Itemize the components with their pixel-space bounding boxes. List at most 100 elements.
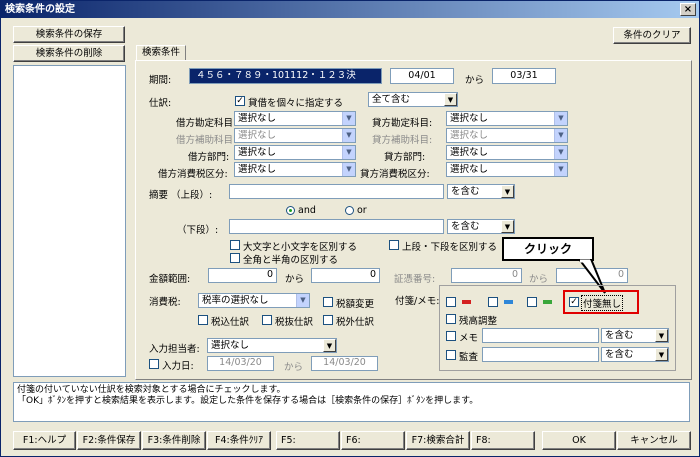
chevron-down-icon[interactable]: ▼	[342, 112, 355, 125]
saved-conditions-list[interactable]	[13, 65, 126, 377]
credit-account-value: 選択なし	[450, 113, 489, 124]
close-icon[interactable]: ×	[680, 3, 696, 16]
f4-clear-button[interactable]: F4:条件ｸﾘｱ	[207, 431, 271, 450]
f1-help-button[interactable]: F1:ヘルプ	[13, 431, 76, 450]
chevron-down-icon[interactable]: ▼	[554, 163, 567, 176]
tax-exempt-label: 税外仕訳	[336, 317, 375, 328]
tax-exempt-checkbox[interactable]	[323, 315, 333, 325]
credit-account-select[interactable]: 選択なし ▼	[446, 111, 568, 126]
memo-mode-select[interactable]: を含む ▼	[601, 328, 669, 343]
chevron-down-icon[interactable]: ▼	[342, 163, 355, 176]
audit-input[interactable]	[482, 347, 599, 362]
input-date-checkbox[interactable]	[149, 359, 159, 369]
individual-debit-credit-label: 貸借を個々に指定する	[248, 98, 344, 109]
credit-tax-class-select[interactable]: 選択なし ▼	[446, 162, 568, 177]
period-month-selector[interactable]: ４５６・７８９・101112・１２３決	[189, 68, 382, 84]
case-sensitive-checkbox[interactable]	[230, 240, 240, 250]
chevron-down-icon: ▼	[342, 129, 355, 142]
chevron-down-icon[interactable]: ▼	[342, 146, 355, 159]
tag-green-checkbox[interactable]	[527, 297, 537, 307]
f2-save-button[interactable]: F2:条件保存	[77, 431, 141, 450]
delete-conditions-button[interactable]: 検索条件の削除	[13, 45, 125, 62]
person-label: 入力担当者:	[149, 344, 200, 355]
memo-mode-value: を含む	[605, 330, 634, 341]
period-to-input[interactable]: 03/31	[492, 68, 556, 84]
chevron-down-icon[interactable]: ▼	[554, 146, 567, 159]
chevron-down-icon[interactable]: ▼	[501, 185, 514, 198]
save-conditions-button[interactable]: 検索条件の保存	[13, 26, 125, 43]
debit-tax-class-select[interactable]: 選択なし ▼	[234, 162, 356, 177]
tax-excluded-label: 税抜仕訳	[275, 317, 314, 328]
tag-memo-label: 付箋/メモ:	[395, 296, 440, 307]
or-radio[interactable]	[345, 206, 354, 215]
no-tag-checkbox[interactable]: ✓	[569, 297, 579, 307]
memo-input[interactable]	[482, 328, 599, 343]
width-sensitive-checkbox[interactable]	[230, 253, 240, 263]
memo-upper-mode-select[interactable]: を含む ▼	[447, 184, 515, 199]
credit-tax-class-label: 貸方消費税区分:	[360, 169, 430, 180]
tab-search-conditions[interactable]: 検索条件	[136, 45, 186, 60]
person-value: 選択なし	[211, 340, 250, 351]
memo-lower-mode-select[interactable]: を含む ▼	[447, 219, 515, 234]
chevron-down-icon[interactable]: ▼	[323, 339, 336, 352]
tax-amount-changed-label: 税額変更	[336, 299, 375, 310]
search-conditions-dialog: 検索条件の設定 × 検索条件の保存 検索条件の削除 条件のクリア 検索条件 期間…	[0, 0, 700, 457]
tax-label: 消費税:	[149, 297, 181, 308]
f6-button[interactable]: F6:	[341, 431, 405, 450]
audit-checkbox[interactable]	[446, 350, 456, 360]
debit-tax-class-label: 借方消費税区分:	[158, 169, 228, 180]
credit-tax-class-value: 選択なし	[450, 164, 489, 175]
credit-department-select[interactable]: 選択なし ▼	[446, 145, 568, 160]
f7-search-total-button[interactable]: F7:検索合計	[406, 431, 470, 450]
debit-sub-account-value: 選択なし	[238, 130, 277, 141]
amount-from-input[interactable]: 0	[208, 268, 277, 283]
tax-excluded-checkbox[interactable]	[262, 315, 272, 325]
tag-blue-checkbox[interactable]	[488, 297, 498, 307]
chevron-down-icon[interactable]: ▼	[655, 329, 668, 342]
period-from-input[interactable]: 04/01	[390, 68, 454, 84]
and-radio[interactable]	[286, 206, 295, 215]
memo-checkbox[interactable]	[446, 331, 456, 341]
tax-included-checkbox[interactable]	[198, 315, 208, 325]
and-label: and	[298, 205, 316, 216]
journal-scope-value: 全て含む	[372, 94, 411, 105]
f3-delete-button[interactable]: F3:条件削除	[142, 431, 206, 450]
tag-red-checkbox[interactable]	[446, 297, 456, 307]
debit-department-label: 借方部門:	[188, 152, 230, 163]
ok-button[interactable]: OK	[542, 431, 616, 450]
balance-adjust-label: 残高調整	[459, 316, 498, 327]
chevron-down-icon[interactable]: ▼	[296, 294, 309, 307]
memo-upper-input[interactable]	[229, 184, 444, 199]
chevron-down-icon[interactable]: ▼	[501, 220, 514, 233]
chevron-down-icon[interactable]: ▼	[554, 112, 567, 125]
debit-department-select[interactable]: 選択なし ▼	[234, 145, 356, 160]
debit-sub-account-select: 選択なし ▼	[234, 128, 356, 143]
f8-button[interactable]: F8:	[471, 431, 535, 450]
clear-conditions-button[interactable]: 条件のクリア	[613, 27, 691, 44]
debit-account-select[interactable]: 選択なし ▼	[234, 111, 356, 126]
credit-sub-account-label: 貸方補助科目:	[372, 135, 433, 146]
amount-to-input[interactable]: 0	[311, 268, 380, 283]
period-label: 期間:	[149, 75, 172, 86]
individual-debit-credit-checkbox[interactable]: ✓	[235, 96, 245, 106]
balance-adjust-checkbox[interactable]	[446, 314, 456, 324]
cancel-button[interactable]: キャンセル	[617, 431, 691, 450]
chevron-down-icon[interactable]: ▼	[444, 93, 457, 106]
journal-scope-select[interactable]: 全て含む ▼	[368, 92, 458, 107]
credit-department-label: 貸方部門:	[384, 152, 426, 163]
memo-lower-input[interactable]	[229, 219, 444, 234]
memo-lower-label: （下段）:	[177, 225, 219, 236]
memo-lower-mode-value: を含む	[451, 221, 480, 232]
distinguish-upper-lower-checkbox[interactable]	[389, 240, 399, 250]
red-tag-icon	[462, 300, 471, 304]
chevron-down-icon[interactable]: ▼	[655, 348, 668, 361]
hint-line-1: 付箋の付いていない仕訳を検索対象とする場合にチェックします。	[17, 385, 286, 395]
audit-mode-select[interactable]: を含む ▼	[601, 347, 669, 362]
person-select[interactable]: 選択なし ▼	[207, 338, 337, 353]
tax-rate-value: 税率の選択なし	[202, 295, 269, 306]
memo-upper-mode-value: を含む	[451, 186, 480, 197]
tax-rate-select[interactable]: 税率の選択なし ▼	[198, 293, 310, 308]
or-label: or	[357, 205, 367, 216]
tax-amount-changed-checkbox[interactable]	[323, 297, 333, 307]
f5-button[interactable]: F5:	[276, 431, 340, 450]
